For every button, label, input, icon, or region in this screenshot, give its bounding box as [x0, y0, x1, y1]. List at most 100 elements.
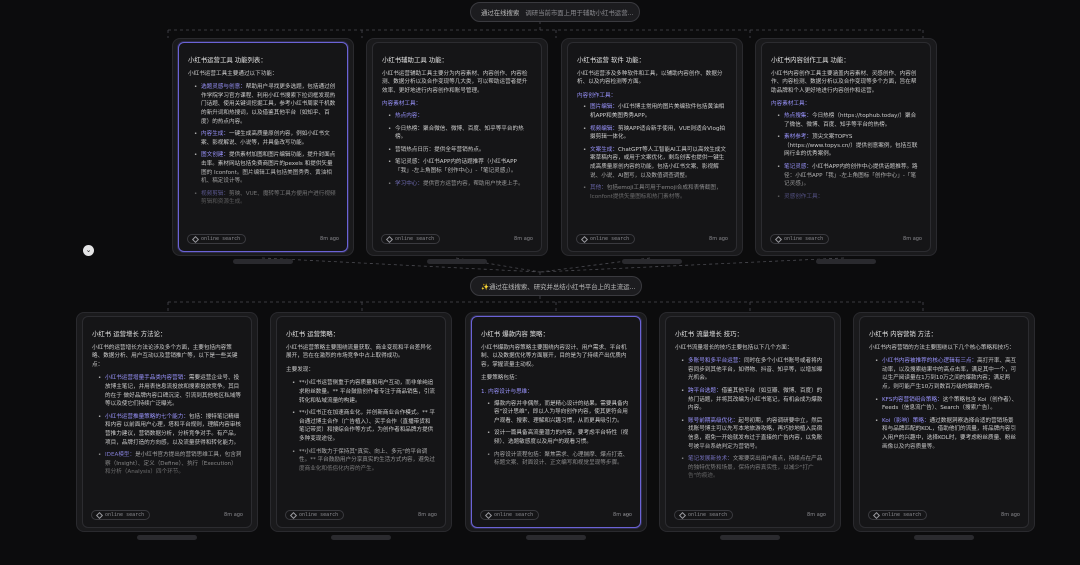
item-heading: Koi（影响）策略： [882, 417, 930, 424]
card-body: 小红书 爆款内容 策略： 小红书爆款内容策略主要围绕内容设计、用户需求、平台机制、… [481, 330, 631, 501]
drag-handle[interactable] [526, 535, 586, 540]
globe-icon [580, 235, 589, 243]
source-tag[interactable]: online search [480, 510, 540, 520]
card-title: 小红书 内容营销 方法： [869, 330, 937, 338]
result-card[interactable]: 小红书内容创作工具 功能： 小红书内容创作工具主要涵盖内容素材、灵感创作、内容创作… [761, 42, 931, 252]
source-tag-label: online search [395, 236, 435, 242]
drag-handle[interactable] [914, 535, 974, 540]
timestamp: 8m ago [903, 236, 922, 242]
card-body: 小红书 流量增长 技巧： 小红书流量增长的技巧主要包括以下几个方面： 多账号和多平台… [675, 330, 825, 501]
timestamp: 8m ago [514, 236, 533, 242]
card-intro: 小红书内容创作工具主要涵盖内容素材、灵感创作、内容创作、内容检测、数据分析以及合… [771, 70, 917, 94]
list-item: 笔记灵感：小红书APP内的创作中心提供话题推荐。路径：小红书APP「我」-左上角… [777, 163, 921, 189]
list-item: 笔记发展新技术：文案要突出用户痛点，持续点在产品的独特优势和场景，保持内容真实性… [681, 455, 825, 481]
list-item: 跨平台选题：借鉴其他平台（如豆瓣、微博、百度）的热门话题，并将其改编为小红书笔记… [681, 387, 825, 413]
item-heading: 其他： [590, 185, 607, 192]
source-tag-label: online search [299, 512, 339, 518]
drag-handle[interactable] [233, 259, 293, 264]
card-intro: 小红书的运营增长方法论涉及多个方面，主要包括内容策略、数据分析、用户互动以及营销… [92, 344, 238, 368]
bullet-list: 图片编辑：小红书博主常用的图片美编软件包括黄油相机APP和美图秀秀APP。视频编… [577, 103, 727, 201]
result-card[interactable]: 小红书辅助工具 功能： 小红书运营辅助工具主要分为内容素材、内容创作、内容检测、数… [372, 42, 542, 252]
card-body: 小红书 内容营销 方法： 小红书内容营销的方法主要围绕以下几个核心策略和技巧： 小红… [869, 330, 1019, 501]
card-footer: online search 8m ago [480, 509, 632, 521]
list-item: Koi（影响）策略：通过数据洞察选择合适的营销场景和与品牌匹配的KOL，借助他们… [875, 417, 1019, 451]
item-text: 内容设计流程包括：聚焦需求、心理揣摩、爆点打造、标题文案、封面设计、正文编写和视… [494, 451, 629, 467]
card-title: 小红书辅助工具 功能： [382, 56, 448, 64]
drag-handle[interactable] [427, 259, 487, 264]
card-intro: 小红书流量增长的技巧主要包括以下几个方面： [675, 344, 793, 351]
mid-search-pill[interactable]: ✨通过在线搜索、研究并总结小红书平台上的主流运... [470, 276, 642, 296]
source-tag[interactable]: online search [285, 510, 345, 520]
source-tag[interactable]: online search [381, 234, 441, 244]
item-heading: 文案生成： [590, 146, 618, 153]
item-heading: 热点搜集： [784, 112, 812, 119]
card-intro: 小红书爆款内容策略主要围绕内容设计、用户需求、平台机制、以及数据优化等方面展开，… [481, 344, 627, 368]
result-card[interactable]: 小红书 运营策略： 小红书运营策略主要围绕流量获取、商业变现和平台差异化展开，旨在… [276, 316, 446, 528]
drag-handle[interactable] [331, 535, 391, 540]
card-title: 小红书 流量增长 技巧： [675, 330, 743, 338]
result-card[interactable]: 小红书 运营增长 方法论： 小红书的运营增长方法论涉及多个方面，主要包括内容策略、… [82, 316, 252, 528]
item-heading: IDEA模型： [105, 452, 136, 459]
result-card[interactable]: 小红书 内容营销 方法： 小红书内容营销的方法主要围绕以下几个核心策略和技巧： 小红… [859, 316, 1029, 528]
list-item: 视频编辑：剪映APP适合新手使用，VUE则适合Vlog拍摄剪辑一体化。 [583, 125, 727, 142]
source-tag-label: online search [590, 236, 630, 242]
section-heading: 内容素材工具： [771, 101, 811, 108]
drag-handle[interactable] [137, 535, 197, 540]
item-text: 营销热点日历：提供全年营销热点。 [395, 146, 485, 153]
source-tag[interactable]: online search [770, 234, 830, 244]
numbered-heading: 1. 内容设计与思维： [481, 388, 533, 395]
drag-handle[interactable] [622, 259, 682, 264]
source-tag[interactable]: online search [576, 234, 636, 244]
card-footer: online search 8m ago [381, 233, 533, 245]
timestamp: 8m ago [320, 236, 339, 242]
card-intro: 小红书运营工具主要通过以下功能： [188, 70, 278, 77]
list-item: IDEA模型：是小红书官方提出的营销思维工具，包含洞察（Insight）、定义（… [98, 451, 242, 477]
item-heading: 选题灵感与创意： [201, 84, 246, 91]
canvas: { "top_pill":{"label":"通过在线搜索","text":"调… [0, 0, 1080, 565]
top-search-pill[interactable]: 通过在线搜索 调研当前市面上用于辅助小红书运营... [470, 2, 640, 22]
card-body: 小红书辅助工具 功能： 小红书运营辅助工具主要分为内容素材、内容创作、内容检测、数… [382, 56, 532, 225]
list-item: 内容设计流程包括：聚焦需求、心理揣摩、爆点打造、标题文案、封面设计、正文编写和视… [487, 451, 631, 468]
source-tag[interactable]: online search [91, 510, 151, 520]
card-title: 小红书 爆款内容 策略： [481, 330, 549, 338]
list-item: 设计一篇具备高流量潜力的内容，要考虑平台特性（视频）、选题敏感度以及用户的观看习… [487, 429, 631, 446]
scroll-down-icon[interactable]: ⌄ [83, 245, 94, 256]
result-card[interactable]: 小红书 爆款内容 策略： 小红书爆款内容策略主要围绕内容设计、用户需求、平台机制、… [471, 316, 641, 528]
result-card[interactable]: 小红书运营工具 功能列表： 小红书运营工具主要通过以下功能： 选题灵感与创意：帮助用… [178, 42, 348, 252]
bullet-list: 小红书内容被推荐的核心逻辑有三点：高打开率、高互动率，以及搜索结果中的高点击率，… [869, 357, 1019, 451]
card-body: 小红书内容创作工具 功能： 小红书内容创作工具主要涵盖内容素材、灵感创作、内容创作… [771, 56, 921, 225]
item-heading: 素材参考： [784, 134, 812, 141]
bullet-list: 选题灵感与创意：帮助用户寻找更多选题，包括通过创作学院学习官方课程、利用小红书搜… [188, 83, 338, 207]
section-heading: 内容创作工具： [577, 92, 617, 99]
card-intro: 小红书运营涉及多种软件和工具，以辅助内容创作、数据分析、以及内容检测等方面。 [577, 70, 723, 86]
bullet-list: **小红书运营侧重于内容质量和用户互动，而非单纯追求粉丝数量。** 平台鼓励创作… [286, 379, 436, 473]
item-text: 今日热榜：聚合微信、微博、百度、知乎等平台的热榜。 [395, 125, 524, 141]
item-heading: 跨平台选题： [688, 387, 722, 394]
item-text: **小红书致力于保持其"真实、向上、多元"的平台调性。** 平台鼓励用户分享真实… [299, 448, 436, 472]
item-text: 设计一篇具备高流量潜力的内容，要考虑平台特性（视频）、选题敏感度以及用户的观看习… [494, 430, 629, 445]
list-item: 小红书内容被推荐的核心逻辑有三点：高打开率、高互动率，以及搜索结果中的高点击率，… [875, 357, 1019, 391]
source-tag-label: online search [688, 512, 728, 518]
card-title: 小红书运营 软件 功能： [577, 56, 645, 64]
card-intro: 小红书运营辅助工具主要分为内容素材、内容创作、内容检测、数据分析以及合作变现等几… [382, 70, 528, 94]
result-card[interactable]: 小红书 流量增长 技巧： 小红书流量增长的技巧主要包括以下几个方面： 多账号和多平台… [665, 316, 835, 528]
source-tag[interactable]: online search [868, 510, 928, 520]
more-options-icon[interactable]: ··· [623, 511, 630, 519]
source-tag-label: online search [882, 512, 922, 518]
globe-icon [774, 235, 783, 243]
list-item: 小红书运营推量策略的七个能力：包括：搜特笔记精细和内容 以前面用户心理，塔和平台… [98, 413, 242, 447]
card-body: 小红书 运营策略： 小红书运营策略主要围绕流量获取、商业变现和平台差异化展开，旨在… [286, 330, 436, 501]
list-item: 图文创建：提供素材加图和图片编辑功能，提升封面点击率。素材网站包括免费商图片的p… [194, 151, 338, 185]
list-item: KFS内容营销组合策略：这个策略包含 Koi（创作者）、Feeds（信息流广告）… [875, 396, 1019, 413]
drag-handle[interactable] [720, 535, 780, 540]
result-card[interactable]: 小红书运营 软件 功能： 小红书运营涉及多种软件和工具，以辅助内容创作、数据分析、… [567, 42, 737, 252]
source-tag[interactable]: online search [187, 234, 247, 244]
item-heading: 笔记灵感： [784, 163, 812, 170]
list-item: 灵感创作工具： [777, 193, 921, 202]
item-heading: 账号前期高级优化： [688, 417, 739, 424]
source-tag[interactable]: online search [674, 510, 734, 520]
drag-handle[interactable] [816, 259, 876, 264]
card-footer: online search 8m ago [91, 509, 243, 521]
list-item: 热点搜集：今日热榜（https://tophub.today/）聚合了微信、微博… [777, 112, 921, 129]
card-body: 小红书 运营增长 方法论： 小红书的运营增长方法论涉及多个方面，主要包括内容策略、… [92, 330, 242, 501]
